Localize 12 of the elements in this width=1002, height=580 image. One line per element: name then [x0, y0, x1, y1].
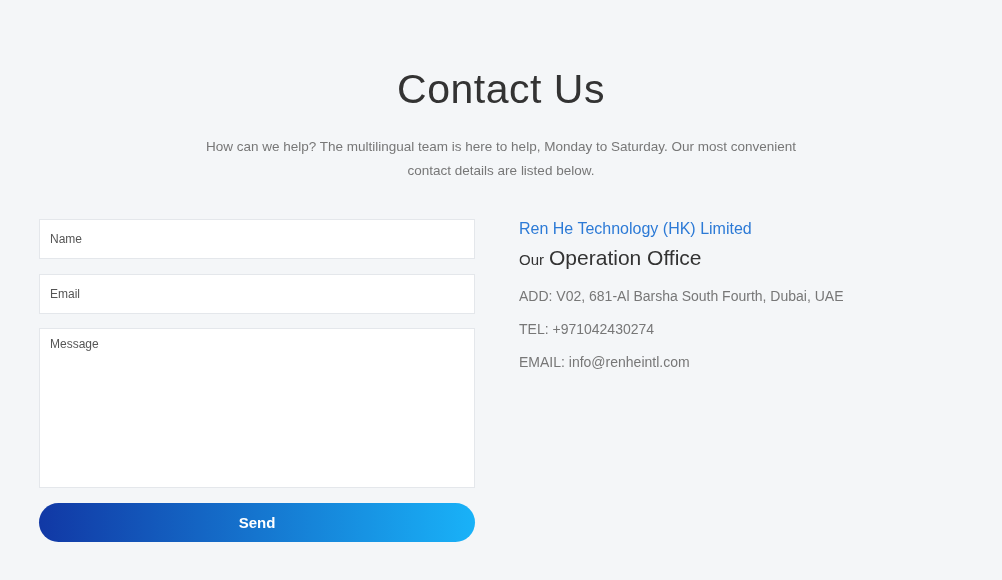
text-field[interactable]: Name — [39, 219, 475, 259]
contact-detail: ADD: V02, 681-Al Barsha South Fourth, Dubai, UAE — [519, 287, 844, 306]
contact-detail: TEL: +971042430274 — [519, 320, 655, 339]
office-prefix: Our — [519, 251, 544, 268]
company-link[interactable]: Ren He Technology (HK) Limited — [519, 220, 752, 238]
message-field[interactable]: Message — [39, 328, 475, 488]
text-field[interactable]: Email — [39, 274, 475, 314]
contact-detail: EMAIL: info@renheintl.com — [519, 353, 690, 372]
intro-text: How can we help? The multilingual team is here to help, Monday to Saturday. Our most convenient contact details are listed below. — [204, 138, 798, 180]
office-heading: Operation Office — [549, 246, 702, 270]
send-button[interactable]: Send — [39, 503, 475, 542]
page-title: Contact Us — [397, 66, 605, 113]
